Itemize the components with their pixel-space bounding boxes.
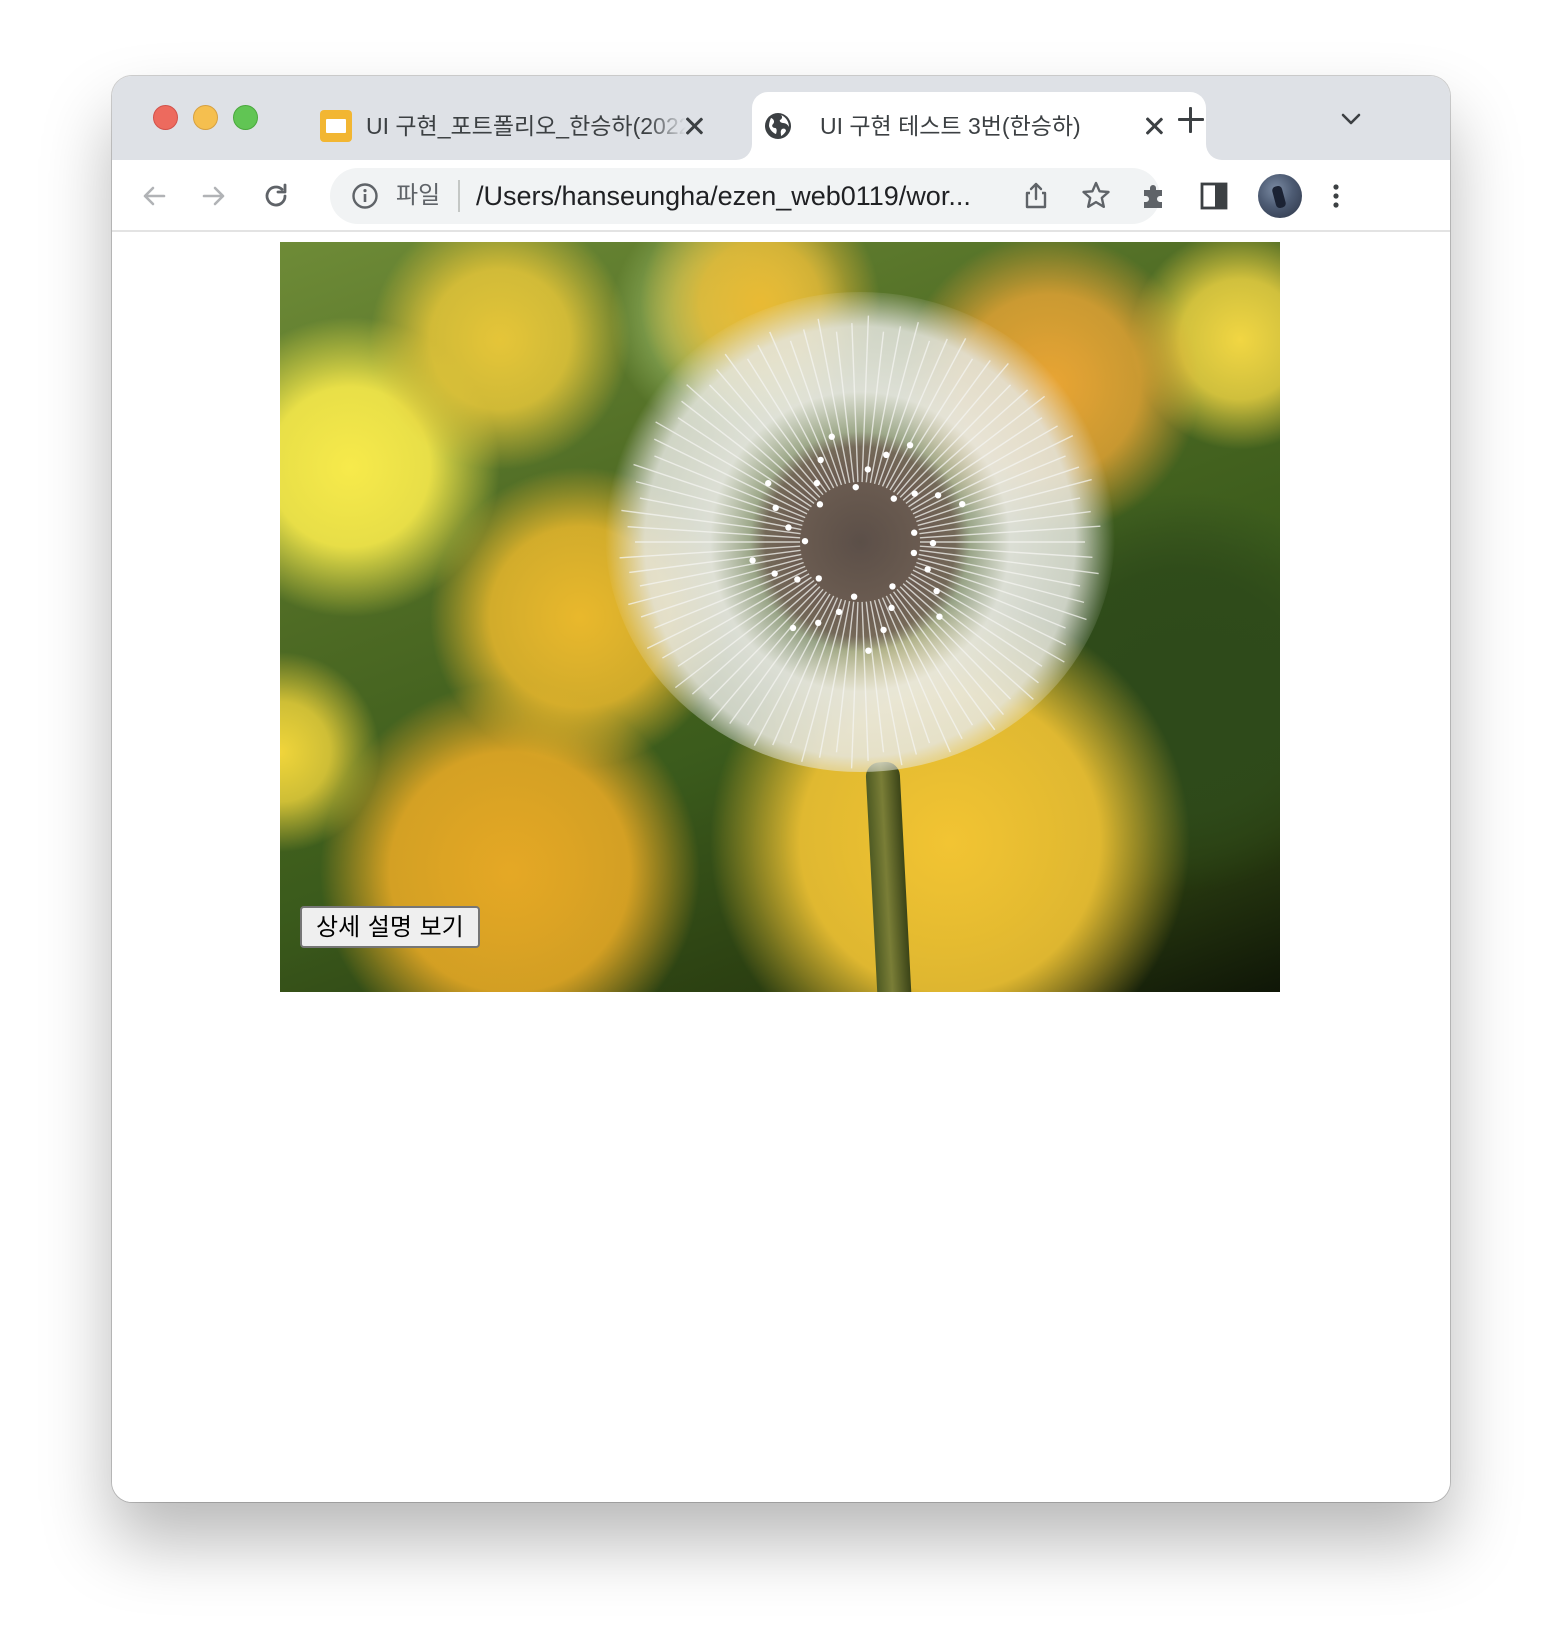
more-menu-icon[interactable]	[1318, 178, 1354, 214]
seed-fibers	[619, 315, 1101, 769]
window-maximize-button[interactable]	[233, 105, 258, 130]
address-bar[interactable]: 파일 /Users/hanseungha/ezen_web0119/wor...	[330, 168, 1160, 224]
info-icon[interactable]	[350, 181, 380, 211]
browser-toolbar: 파일 /Users/hanseungha/ezen_web0119/wor...	[112, 160, 1450, 232]
close-tab-icon[interactable]	[682, 114, 706, 138]
back-arrow-icon[interactable]	[136, 178, 172, 214]
forward-arrow-icon[interactable]	[196, 178, 232, 214]
share-icon[interactable]	[1018, 178, 1054, 214]
tab-ui-test[interactable]: UI 구현 테스트 3번(한승하)	[752, 92, 1206, 160]
dandelion-stem	[865, 761, 913, 992]
side-panel-icon[interactable]	[1196, 178, 1232, 214]
tab-title: UI 구현_포트폴리오_한승하(2022	[366, 113, 686, 139]
tab-portfolio[interactable]: UI 구현_포트폴리오_한승하(2022	[310, 92, 720, 160]
window-close-button[interactable]	[153, 105, 178, 130]
bookmark-star-icon[interactable]	[1078, 178, 1114, 214]
tab-strip: UI 구현_포트폴리오_한승하(2022 UI 구현 테스트 3번(한승하)	[112, 76, 1450, 160]
url-text[interactable]: /Users/hanseungha/ezen_web0119/wor...	[476, 180, 1016, 212]
reload-icon[interactable]	[258, 178, 294, 214]
new-tab-button[interactable]	[1176, 105, 1206, 135]
extensions-puzzle-icon[interactable]	[1136, 178, 1172, 214]
chevron-down-icon[interactable]	[1338, 108, 1364, 130]
file-scheme-chip: 파일	[396, 182, 441, 209]
omnibox-divider	[458, 180, 460, 212]
close-tab-icon[interactable]	[1142, 114, 1166, 138]
browser-window: UI 구현_포트폴리오_한승하(2022 UI 구현 테스트 3번(한승하) 파…	[112, 76, 1450, 1502]
slides-icon	[320, 110, 352, 142]
detail-view-button[interactable]: 상세 설명 보기	[300, 906, 480, 948]
globe-icon	[762, 110, 794, 142]
page-viewport: 상세 설명 보기	[112, 234, 1450, 1502]
window-minimize-button[interactable]	[193, 105, 218, 130]
profile-avatar[interactable]	[1258, 174, 1302, 218]
dandelion-photo: 상세 설명 보기	[280, 242, 1280, 992]
tab-title: UI 구현 테스트 3번(한승하)	[820, 113, 1081, 139]
